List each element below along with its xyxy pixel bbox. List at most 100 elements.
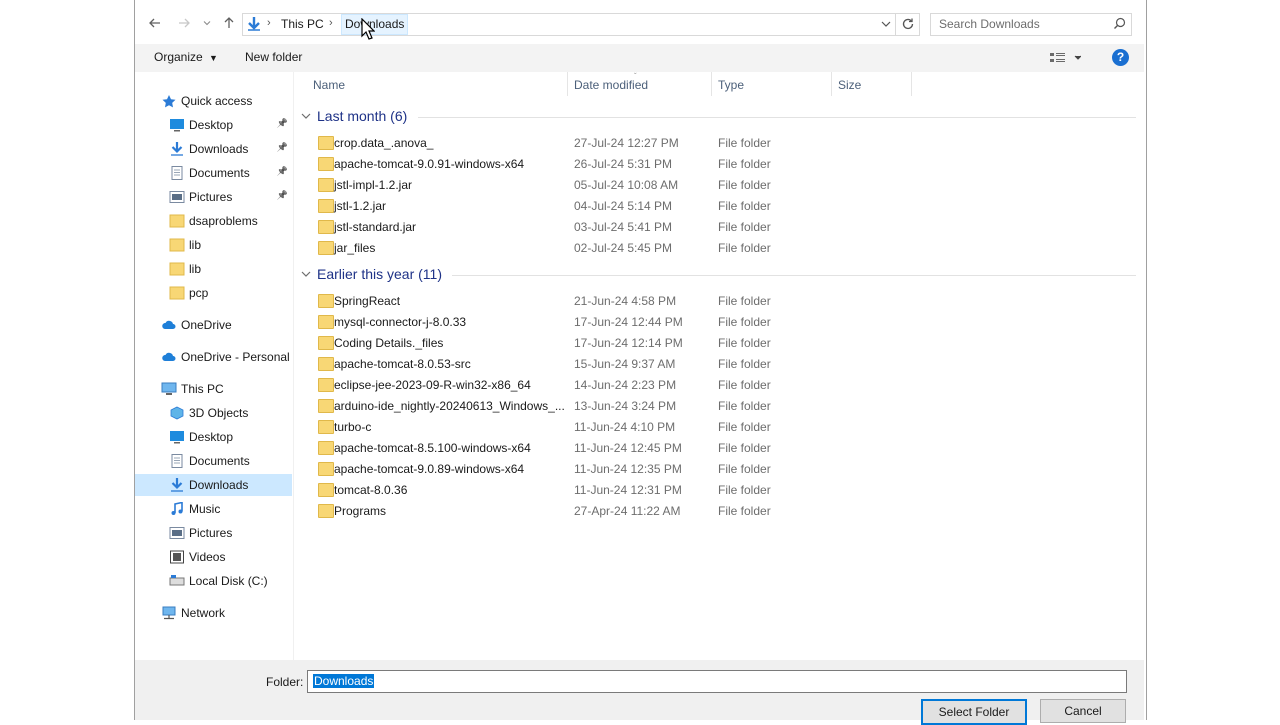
file-type: File folder [718, 336, 771, 350]
cancel-button[interactable]: Cancel [1040, 699, 1126, 723]
file-type: File folder [718, 378, 771, 392]
sidebar-item-label: Quick access [181, 94, 253, 108]
table-row[interactable]: SpringReact 21-Jun-24 4:58 PM File folder [308, 290, 1128, 311]
sidebar-item-music[interactable]: Music [135, 498, 292, 520]
recent-locations-button[interactable] [198, 12, 216, 34]
pin-icon[interactable]: 📌 [277, 190, 288, 201]
column-divider [911, 72, 912, 96]
folder-icon [318, 336, 334, 350]
sidebar-item-local-disk-c[interactable]: Local Disk (C:) [135, 570, 292, 592]
sidebar-item-downloads[interactable]: Downloads 📌 [135, 138, 292, 160]
table-row[interactable]: jstl-1.2.jar 04-Jul-24 5:14 PM File folder [308, 195, 1128, 216]
file-name: jstl-standard.jar [334, 220, 417, 234]
cloud-icon [161, 350, 177, 364]
table-row[interactable]: apache-tomcat-9.0.91-windows-x64 26-Jul-2… [308, 153, 1128, 174]
sidebar-item-quick-access[interactable]: Quick access [135, 90, 292, 112]
new-folder-button[interactable]: New folder [245, 50, 302, 64]
table-row[interactable]: mysql-connector-j-8.0.33 17-Jun-24 12:44 … [308, 311, 1128, 332]
table-row[interactable]: eclipse-jee-2023-09-R-win32-x86_64 14-Jun… [308, 374, 1128, 395]
folder-label: Folder: [266, 675, 304, 689]
sidebar-item-videos[interactable]: Videos [135, 546, 292, 568]
chevron-down-icon [881, 21, 891, 27]
table-row[interactable]: jstl-impl-1.2.jar 05-Jul-24 10:08 AM File … [308, 174, 1128, 195]
file-date: 27-Jul-24 12:27 PM [574, 136, 679, 150]
sidebar-item-onedrive-personal[interactable]: OneDrive - Personal [135, 346, 292, 368]
table-row[interactable]: tomcat-8.0.36 11-Jun-24 12:31 PM File fold… [308, 479, 1128, 500]
command-bar: Organize ▼ New folder ? [135, 44, 1144, 72]
sidebar-item-pcp[interactable]: pcp [135, 282, 292, 304]
folder-icon [318, 357, 334, 371]
group-header[interactable]: Earlier this year (11) [300, 266, 442, 282]
table-row[interactable]: apache-tomcat-8.0.53-src 15-Jun-24 9:37 A… [308, 353, 1128, 374]
help-icon[interactable]: ? [1112, 49, 1129, 66]
sidebar-item-label: Downloads [189, 142, 249, 156]
computer-icon [161, 382, 177, 396]
file-name: tomcat-8.0.36 [334, 483, 408, 497]
column-header-name[interactable]: Name [313, 78, 345, 92]
download-icon [169, 142, 185, 156]
sidebar-item-desktop[interactable]: Desktop 📌 [135, 114, 292, 136]
sidebar-item-label: lib [189, 262, 202, 276]
column-header-type[interactable]: Type [718, 78, 744, 92]
table-row[interactable]: crop.data_.anova_ 27-Jul-24 12:27 PM File … [308, 132, 1128, 153]
forward-button[interactable] [173, 12, 195, 34]
pin-icon[interactable]: 📌 [277, 142, 288, 153]
table-row[interactable]: turbo-c 11-Jun-24 4:10 PM File folder [308, 416, 1128, 437]
table-row[interactable]: jar_files 02-Jul-24 5:45 PM File folder [308, 237, 1128, 258]
sidebar-item-label: dsaproblems [189, 214, 258, 228]
search-input[interactable]: Search Downloads [930, 13, 1132, 36]
table-row[interactable]: apache-tomcat-8.5.100-windows-x64 11-Jun-… [308, 437, 1128, 458]
background-left [0, 0, 134, 720]
folder-icon [318, 420, 334, 434]
group-title: Last month (6) [317, 108, 408, 124]
sidebar-item-3d-objects[interactable]: 3D Objects [135, 402, 292, 424]
group-header[interactable]: Last month (6) [300, 108, 407, 124]
sidebar-item-this-pc[interactable]: This PC [135, 378, 292, 400]
table-row[interactable]: Coding Details._files 17-Jun-24 12:14 PM F… [308, 332, 1128, 353]
file-date: 02-Jul-24 5:45 PM [574, 241, 673, 255]
file-date: 13-Jun-24 3:24 PM [574, 399, 677, 413]
sidebar-item-documents[interactable]: Documents [135, 450, 292, 472]
file-date: 15-Jun-24 9:37 AM [574, 357, 676, 371]
file-type: File folder [718, 357, 771, 371]
desktop-icon [169, 118, 185, 132]
file-type: File folder [718, 294, 771, 308]
back-button[interactable] [144, 12, 166, 34]
table-row[interactable]: arduino-ide_nightly-20240613_Windows_...… [308, 395, 1128, 416]
sidebar-item-label: Documents [189, 454, 250, 468]
sidebar-item-pictures[interactable]: Pictures [135, 522, 292, 544]
sidebar-item-dsaproblems[interactable]: dsaproblems [135, 210, 292, 232]
view-options-button[interactable] [1049, 51, 1081, 65]
sidebar-item-downloads[interactable]: Downloads [135, 474, 292, 496]
folder-icon [169, 262, 185, 276]
address-bar[interactable]: › This PC › Downloads [242, 13, 920, 36]
table-row[interactable]: Programs 27-Apr-24 11:22 AM File folder [308, 500, 1128, 521]
select-folder-button[interactable]: Select Folder [921, 699, 1027, 725]
file-type: File folder [718, 504, 771, 518]
file-type: File folder [718, 157, 771, 171]
organize-button[interactable]: Organize ▼ [154, 50, 218, 64]
breadcrumb-separator-icon: › [267, 17, 271, 29]
file-name: jstl-1.2.jar [334, 199, 387, 213]
column-header-size[interactable]: Size [838, 78, 861, 92]
pin-icon[interactable]: 📌 [277, 166, 288, 177]
file-type: File folder [718, 315, 771, 329]
table-row[interactable]: jstl-standard.jar 03-Jul-24 5:41 PM File f… [308, 216, 1128, 237]
sidebar-item-lib[interactable]: lib [135, 234, 292, 256]
table-row[interactable]: apache-tomcat-9.0.89-windows-x64 11-Jun-2… [308, 458, 1128, 479]
sidebar-item-onedrive[interactable]: OneDrive [135, 314, 292, 336]
sidebar-item-lib[interactable]: lib [135, 258, 292, 280]
download-icon [169, 478, 185, 492]
sidebar-item-desktop[interactable]: Desktop [135, 426, 292, 448]
sidebar-item-documents[interactable]: Documents 📌 [135, 162, 292, 184]
up-button[interactable] [218, 12, 240, 34]
address-dropdown-button[interactable] [880, 18, 892, 30]
pin-icon[interactable]: 📌 [277, 118, 288, 129]
sidebar-item-network[interactable]: Network [135, 602, 292, 624]
folder-name-input[interactable]: Downloads [307, 670, 1127, 693]
refresh-button[interactable] [901, 17, 915, 31]
column-header-date[interactable]: Date modified [574, 78, 648, 92]
sidebar-item-pictures[interactable]: Pictures 📌 [135, 186, 292, 208]
file-date: 04-Jul-24 5:14 PM [574, 199, 673, 213]
breadcrumb-this-pc[interactable]: This PC [281, 17, 324, 31]
